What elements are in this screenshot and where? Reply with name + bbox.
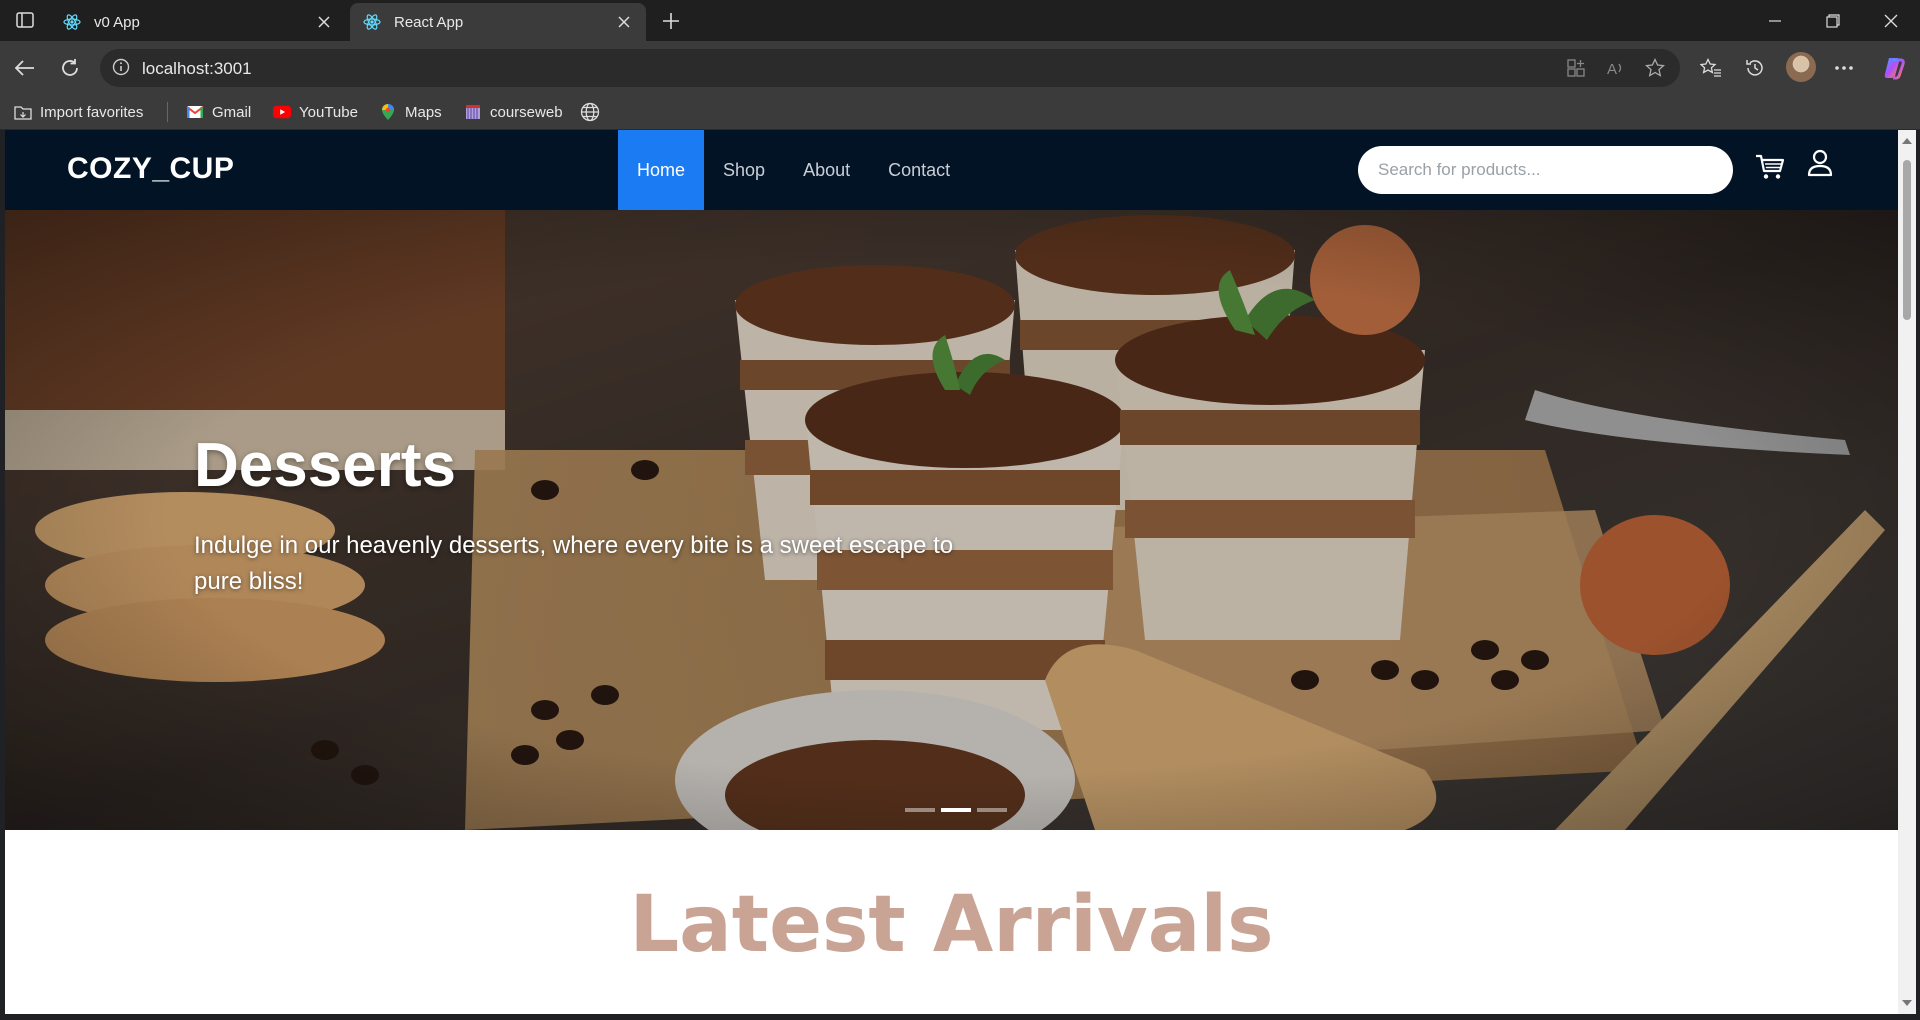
bookmark-label: YouTube <box>299 103 358 121</box>
favorites-icon[interactable] <box>1697 54 1725 82</box>
bookmark-label: Maps <box>405 103 442 121</box>
latest-arrivals-heading: Latest Arrivals <box>629 880 1274 970</box>
bookmark-gmail[interactable]: Gmail <box>186 101 251 123</box>
url-text: localhost:3001 <box>142 59 252 78</box>
read-aloud-icon[interactable]: A <box>1605 57 1627 79</box>
browser-tab-bar: v0 App React App <box>0 0 1920 41</box>
youtube-icon <box>273 103 291 121</box>
maps-icon <box>379 103 397 121</box>
profile-avatar[interactable] <box>1786 52 1816 82</box>
nav-shop[interactable]: Shop <box>704 130 784 210</box>
hero-title: Desserts <box>194 431 456 500</box>
bookmark-divider <box>167 102 168 122</box>
close-icon[interactable] <box>314 12 334 32</box>
close-icon[interactable] <box>614 12 634 32</box>
tab-react-app[interactable]: React App <box>350 3 646 41</box>
gmail-icon <box>186 103 204 121</box>
site-logo[interactable]: COZY_CUP <box>67 152 234 186</box>
site-header: COZY_CUP Home Shop About Contact <box>5 130 1898 210</box>
cart-icon[interactable] <box>1753 150 1787 184</box>
bookmark-import-favorites[interactable]: Import favorites <box>14 101 143 123</box>
main-nav: Home Shop About Contact <box>618 130 969 210</box>
bookmark-youtube[interactable]: YouTube <box>273 101 358 123</box>
carousel-dot-3[interactable] <box>977 808 1007 812</box>
more-menu-icon[interactable] <box>1830 54 1858 82</box>
nav-home[interactable]: Home <box>618 130 705 210</box>
user-account-icon[interactable] <box>1803 146 1837 180</box>
bookmark-maps[interactable]: Maps <box>379 101 442 123</box>
react-icon <box>62 12 82 32</box>
nav-about[interactable]: About <box>784 130 869 210</box>
browser-toolbar: localhost:3001 A <box>0 41 1920 94</box>
favorite-star-icon[interactable] <box>1644 57 1666 79</box>
restore-icon[interactable] <box>1820 8 1846 34</box>
globe-icon[interactable] <box>580 101 600 123</box>
hero-subtitle: Indulge in our heavenly desserts, where … <box>194 532 954 595</box>
copilot-icon[interactable] <box>1880 54 1908 82</box>
hero-carousel: Desserts Indulge in our heavenly dessert… <box>5 210 1898 830</box>
scroll-up-icon[interactable] <box>1902 138 1912 144</box>
tab-v0-app[interactable]: v0 App <box>50 3 346 41</box>
back-arrow-icon[interactable] <box>10 54 38 82</box>
bookmark-label: Gmail <box>212 103 252 121</box>
nav-contact[interactable]: Contact <box>869 130 969 210</box>
history-icon[interactable] <box>1741 54 1769 82</box>
product-search-input[interactable] <box>1358 146 1733 194</box>
app-available-icon[interactable] <box>1565 57 1587 79</box>
tab-title: React App <box>394 13 464 31</box>
hero-desserts-image <box>5 210 1898 830</box>
scrollbar-thumb[interactable] <box>1903 160 1911 320</box>
bookmark-courseweb[interactable]: courseweb <box>464 101 563 123</box>
site-info-icon[interactable] <box>112 58 130 81</box>
carousel-dot-2[interactable] <box>941 808 971 812</box>
scroll-down-icon[interactable] <box>1902 1000 1912 1006</box>
page-viewport: COZY_CUP Home Shop About Contact Search … <box>5 130 1898 1014</box>
carousel-indicators <box>905 808 1007 812</box>
new-tab-icon[interactable] <box>658 8 684 34</box>
refresh-icon[interactable] <box>56 54 84 82</box>
address-bar[interactable]: localhost:3001 A <box>100 49 1680 87</box>
bookmark-label: Import favorites <box>40 103 144 121</box>
window-close-icon[interactable] <box>1878 8 1904 34</box>
sidebar-toggle-icon[interactable] <box>12 9 38 31</box>
minimize-icon[interactable] <box>1762 8 1788 34</box>
bookmarks-bar: Import favorites Gmail YouTube Maps cour… <box>0 94 1920 130</box>
tab-title: v0 App <box>94 13 140 31</box>
folder-import-icon <box>14 103 32 121</box>
page-scrollbar[interactable] <box>1898 130 1916 1014</box>
svg-text:A: A <box>1607 61 1617 77</box>
carousel-dot-1[interactable] <box>905 808 935 812</box>
courseweb-icon <box>464 103 482 121</box>
bookmark-label: courseweb <box>490 103 563 121</box>
react-icon <box>362 12 382 32</box>
